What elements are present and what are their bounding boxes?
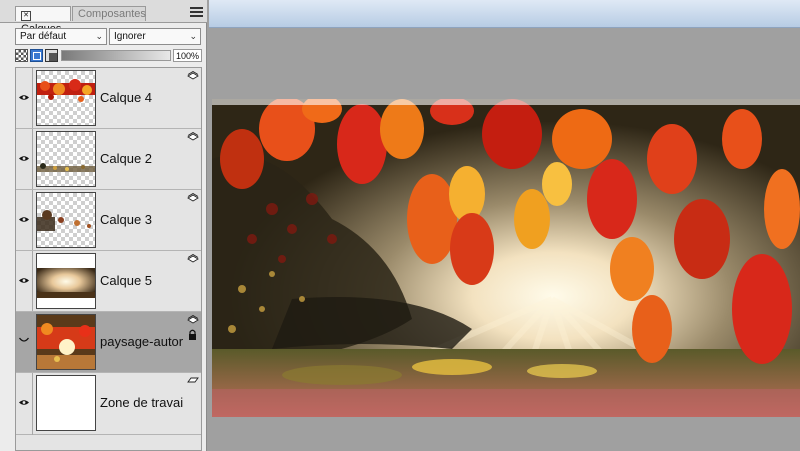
eye-icon	[19, 95, 29, 100]
layer-name: Calque 2	[100, 151, 153, 166]
composite-value: Ignorer	[114, 31, 146, 42]
eye-icon	[19, 156, 29, 161]
chevron-down-icon: ⌄	[95, 31, 103, 41]
lock-icon[interactable]	[188, 329, 197, 340]
eye-closed-icon	[19, 337, 29, 342]
artwork-canvas[interactable]	[212, 99, 800, 417]
layer-row[interactable]: Zone de travai	[16, 373, 201, 435]
layer-row[interactable]: Calque 5	[16, 251, 201, 312]
blend-mode-dropdown[interactable]: Par défaut ⌄	[15, 28, 107, 45]
layer-thumbnail	[36, 192, 96, 248]
opacity-slider[interactable]	[61, 50, 171, 61]
layer-stack-icon[interactable]	[187, 315, 199, 324]
eye-icon	[19, 400, 29, 405]
layer-list: Calque 4 Calque 2 Calque 3 Calque 5 pays…	[15, 67, 202, 451]
document-tab-bar	[209, 0, 800, 28]
layer-stack-icon[interactable]	[187, 193, 199, 202]
layer-thumbnail	[36, 70, 96, 126]
panel-tab-strip: ✕Calques Composantes	[0, 0, 207, 35]
mask-icon[interactable]	[45, 49, 58, 62]
visibility-toggle[interactable]	[16, 312, 33, 372]
lock-transparency-icon[interactable]	[15, 49, 28, 62]
layer-stack-icon[interactable]	[187, 254, 199, 263]
layer-thumbnail	[36, 375, 96, 431]
layer-controls-row: 100%	[15, 49, 202, 63]
layer-row[interactable]: Calque 4	[16, 68, 201, 129]
visibility-toggle[interactable]	[16, 251, 33, 311]
layer-name: Calque 5	[100, 273, 153, 288]
blend-mode-value: Par défaut	[20, 31, 67, 42]
layer-name: Calque 3	[100, 212, 153, 227]
composite-dropdown[interactable]: Ignorer ⌄	[109, 28, 201, 45]
layer-name: Calque 4	[100, 90, 153, 105]
layer-name: Zone de travai	[100, 395, 184, 410]
visibility-toggle[interactable]	[16, 68, 33, 128]
layer-name: paysage-autor	[100, 334, 184, 349]
tab-calques[interactable]: ✕Calques	[15, 6, 71, 35]
eye-icon	[19, 217, 29, 222]
layer-thumbnail	[36, 253, 96, 309]
opacity-field[interactable]: 100%	[173, 49, 202, 62]
visibility-toggle[interactable]	[16, 129, 33, 189]
layer-stack-icon[interactable]	[187, 71, 199, 80]
layer-thumbnail	[36, 131, 96, 187]
tab-composantes[interactable]: Composantes	[72, 6, 146, 21]
lock-pixels-icon[interactable]	[30, 49, 43, 62]
layer-stack-icon[interactable]	[187, 132, 199, 141]
eye-icon	[19, 278, 29, 283]
visibility-toggle[interactable]	[16, 373, 33, 435]
autumn-painting-image	[212, 99, 800, 417]
tab-composantes-label: Composantes	[78, 8, 146, 20]
chevron-down-icon: ⌄	[189, 31, 197, 41]
hamburger-menu-icon[interactable]	[190, 7, 203, 18]
layer-row[interactable]: Calque 2	[16, 129, 201, 190]
close-tab-icon[interactable]: ✕	[21, 11, 31, 21]
canvas-layer-icon[interactable]	[187, 376, 199, 385]
visibility-toggle[interactable]	[16, 190, 33, 250]
layer-thumbnail	[36, 314, 96, 370]
layer-row[interactable]: Calque 3	[16, 190, 201, 251]
layers-panel: ✕Calques Composantes Par défaut ⌄ Ignore…	[0, 0, 207, 451]
layer-row-selected[interactable]: paysage-autor	[16, 312, 201, 373]
